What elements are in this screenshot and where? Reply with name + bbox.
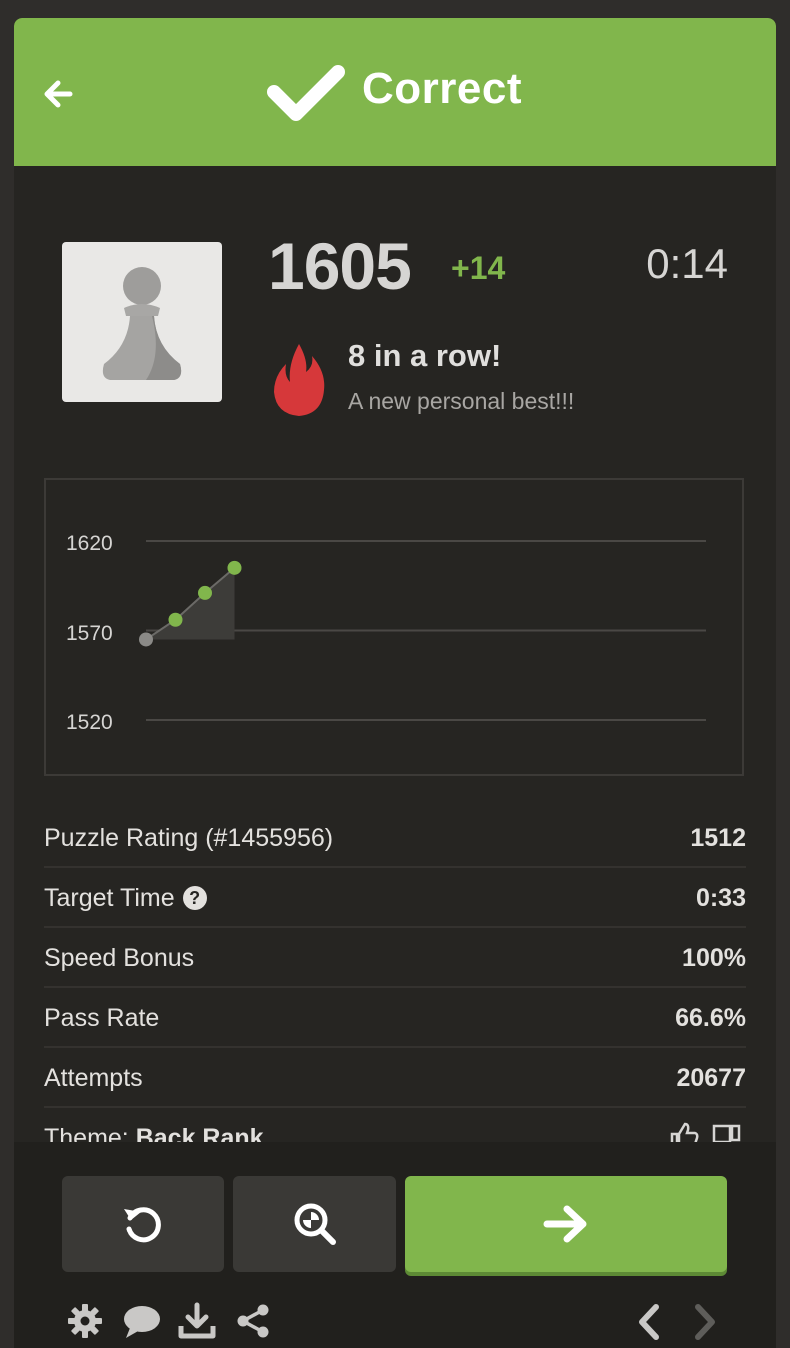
- stat-label: Attempts: [44, 1064, 143, 1092]
- rating-point: [198, 585, 212, 600]
- result-header: Correct: [14, 18, 776, 166]
- stat-row-pass-rate: Pass Rate 66.6%: [44, 988, 746, 1048]
- avatar: [62, 242, 222, 402]
- action-footer: [14, 1142, 776, 1348]
- stat-label: Speed Bonus: [44, 944, 195, 972]
- checkmark-icon: [267, 65, 345, 121]
- retry-button[interactable]: [62, 1176, 224, 1272]
- stat-value: 100%: [682, 944, 746, 972]
- gear-icon[interactable]: [66, 1302, 104, 1340]
- stat-label: Puzzle Rating (#1455956): [44, 824, 334, 852]
- flame-icon: [274, 344, 325, 416]
- player-rating: 1605: [268, 229, 412, 303]
- stat-label: Pass Rate: [44, 1004, 160, 1032]
- question-icon[interactable]: ?: [182, 886, 207, 910]
- rating-delta: +14: [451, 250, 506, 286]
- arrow-left-icon[interactable]: [40, 76, 76, 112]
- rating-point: [227, 560, 242, 575]
- stats-list: Puzzle Rating (#1455956) 1512 Target Tim…: [44, 808, 746, 1148]
- y-tick-label: 1520: [66, 711, 113, 734]
- analysis-icon: [294, 1203, 336, 1245]
- stat-value: 0:33: [695, 884, 746, 912]
- solve-timer: 0:14: [646, 240, 728, 287]
- next-puzzle-button[interactable]: [405, 1176, 727, 1272]
- stat-label: Target Time: [44, 884, 175, 912]
- rating-chart: 1620 1570 1520: [44, 478, 744, 776]
- puzzle-result-panel: Correct 1605 +14 0:14 8 in a row! A new …: [14, 18, 776, 1348]
- share-icon[interactable]: [234, 1302, 272, 1340]
- chat-icon[interactable]: [122, 1302, 162, 1340]
- rating-point: [168, 612, 183, 627]
- pawn-icon: [102, 267, 182, 380]
- stat-value: 1512: [690, 824, 746, 852]
- stat-value: 20677: [676, 1064, 746, 1092]
- y-tick-label: 1570: [66, 622, 113, 645]
- y-tick-label: 1620: [66, 532, 113, 555]
- chevron-left-icon[interactable]: [632, 1302, 666, 1342]
- rating-point: [139, 632, 153, 647]
- stat-value: 66.6%: [675, 1004, 746, 1032]
- stat-row-puzzle-rating: Puzzle Rating (#1455956) 1512: [44, 808, 746, 868]
- arrow-right-icon: [543, 1205, 587, 1243]
- streak-subtitle: A new personal best!!!: [348, 388, 575, 414]
- analysis-button[interactable]: [233, 1176, 396, 1272]
- result-title: Correct: [362, 64, 522, 113]
- streak-title: 8 in a row!: [348, 338, 502, 373]
- retry-icon: [124, 1207, 161, 1243]
- chevron-right-icon[interactable]: [688, 1302, 722, 1342]
- download-icon[interactable]: [178, 1302, 216, 1340]
- stat-row-target-time: Target Time? 0:33: [44, 868, 746, 928]
- stat-row-speed-bonus: Speed Bonus 100%: [44, 928, 746, 988]
- stat-row-attempts: Attempts 20677: [44, 1048, 746, 1108]
